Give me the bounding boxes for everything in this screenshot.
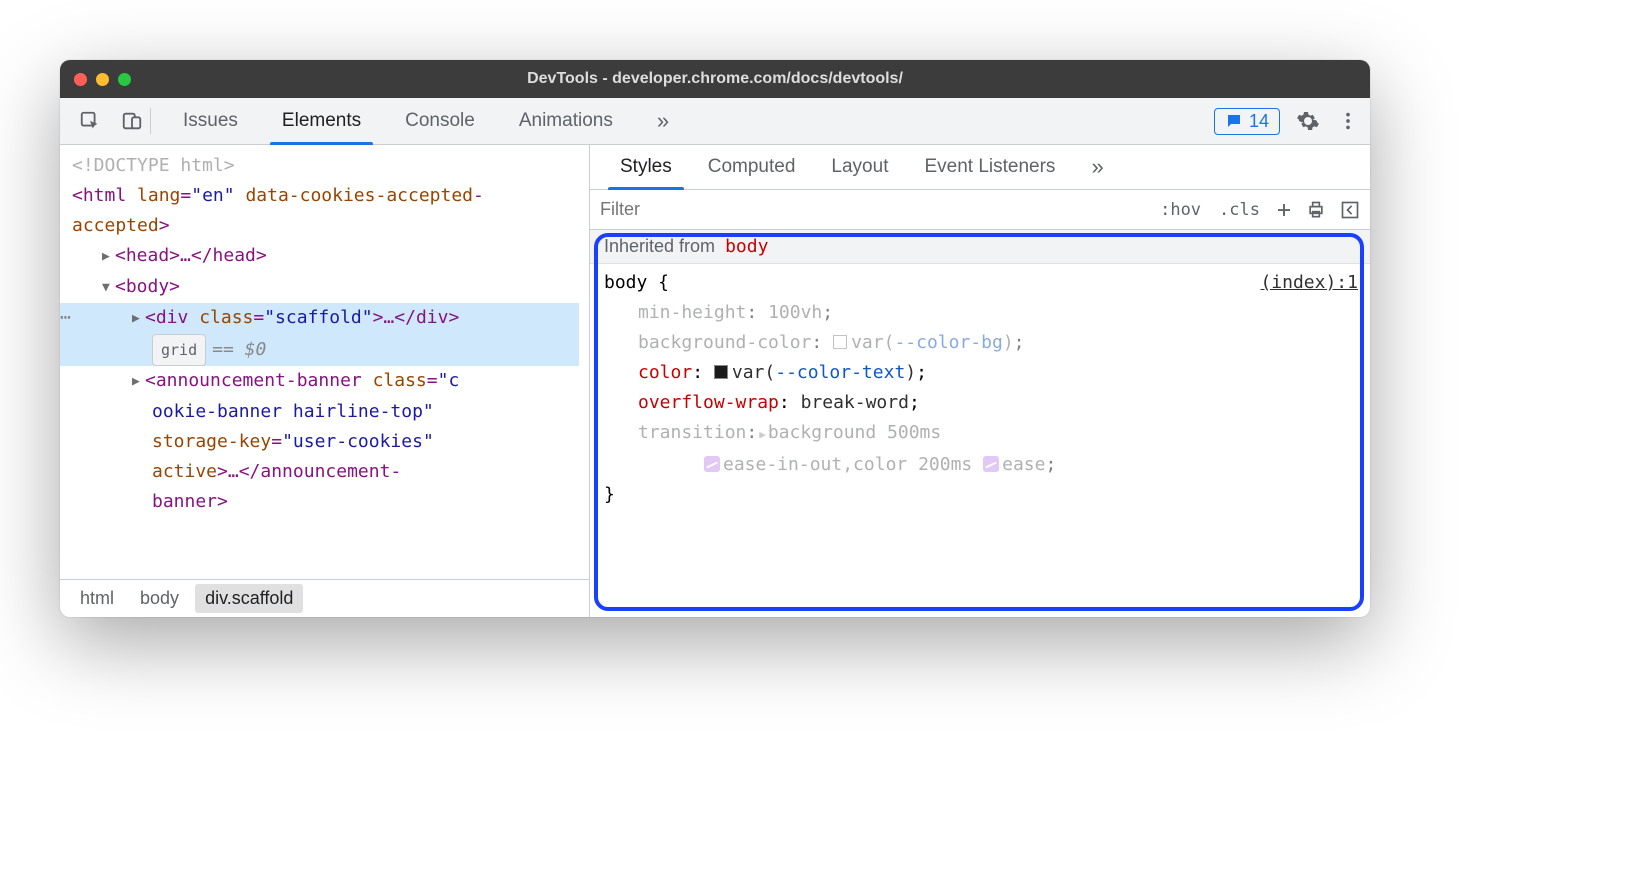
traffic-lights bbox=[74, 73, 131, 86]
subtab-layout[interactable]: Layout bbox=[813, 145, 906, 190]
minimize-window-button[interactable] bbox=[96, 73, 109, 86]
print-icon[interactable] bbox=[1304, 198, 1328, 222]
rule-selector[interactable]: body { bbox=[604, 268, 669, 298]
prop-color[interactable]: color: var(--color-text); bbox=[604, 358, 1358, 388]
easing-swatch-icon[interactable] bbox=[704, 456, 720, 472]
main-toolbar: Issues Elements Console Animations » 14 bbox=[60, 98, 1370, 145]
window-title: DevTools - developer.chrome.com/docs/dev… bbox=[60, 70, 1370, 88]
styles-subtabs: Styles Computed Layout Event Listeners » bbox=[590, 145, 1370, 190]
devtools-window: DevTools - developer.chrome.com/docs/dev… bbox=[60, 60, 1370, 617]
device-toggle-icon[interactable] bbox=[120, 109, 144, 133]
more-menu-icon[interactable] bbox=[1336, 109, 1360, 133]
color-swatch-icon[interactable] bbox=[833, 335, 847, 349]
html-open-cont: accepted> bbox=[72, 211, 579, 241]
filter-row: :hov .cls bbox=[590, 190, 1370, 230]
prop-transition[interactable]: transition:▶background 500ms bbox=[604, 418, 1358, 450]
subtab-more[interactable]: » bbox=[1073, 145, 1121, 190]
main-split: <!DOCTYPE html> <html lang="en" data-coo… bbox=[60, 145, 1370, 617]
elements-panel: <!DOCTYPE html> <html lang="en" data-coo… bbox=[60, 145, 590, 617]
titlebar: DevTools - developer.chrome.com/docs/dev… bbox=[60, 60, 1370, 98]
prop-overflow-wrap[interactable]: overflow-wrap: break-word; bbox=[604, 388, 1358, 418]
crumb-div-scaffold[interactable]: div.scaffold bbox=[195, 584, 303, 613]
tab-issues[interactable]: Issues bbox=[161, 98, 260, 145]
tab-console[interactable]: Console bbox=[383, 98, 497, 145]
subtab-event-listeners[interactable]: Event Listeners bbox=[906, 145, 1073, 190]
tab-animations[interactable]: Animations bbox=[497, 98, 635, 145]
issues-counter[interactable]: 14 bbox=[1214, 108, 1280, 135]
styles-filter-input[interactable] bbox=[600, 199, 1146, 220]
computed-toggle-icon[interactable] bbox=[1338, 198, 1362, 222]
dollar-zero: == $0 bbox=[212, 339, 266, 360]
new-rule-icon[interactable] bbox=[1274, 198, 1294, 222]
easing-swatch-icon[interactable] bbox=[983, 456, 999, 472]
grid-badge[interactable]: grid bbox=[152, 334, 206, 366]
message-icon bbox=[1225, 112, 1243, 130]
panel-tabs: Issues Elements Console Animations » bbox=[161, 98, 1214, 145]
html-open-line[interactable]: <html lang="en" data-cookies-accepted- bbox=[72, 181, 579, 211]
breadcrumb: html body div.scaffold bbox=[60, 579, 589, 617]
maximize-window-button[interactable] bbox=[118, 73, 131, 86]
inherited-header: Inherited from body bbox=[590, 230, 1370, 264]
issues-count-value: 14 bbox=[1249, 111, 1269, 132]
settings-icon[interactable] bbox=[1296, 109, 1320, 133]
inspect-icon[interactable] bbox=[78, 109, 102, 133]
inherited-label: Inherited from bbox=[604, 236, 715, 257]
doctype-line: <!DOCTYPE html> bbox=[72, 151, 579, 181]
inherited-selector[interactable]: body bbox=[725, 236, 768, 257]
crumb-html[interactable]: html bbox=[70, 584, 124, 613]
body-line[interactable]: ▼<body> bbox=[72, 272, 579, 303]
more-tabs-button[interactable]: » bbox=[635, 98, 691, 145]
color-swatch-icon[interactable] bbox=[714, 365, 728, 379]
prop-background-color[interactable]: background-color: var(--color-bg); bbox=[604, 328, 1358, 358]
prop-min-height[interactable]: min-height: 100vh; bbox=[604, 298, 1358, 328]
subtab-styles[interactable]: Styles bbox=[602, 145, 690, 190]
tab-elements[interactable]: Elements bbox=[260, 98, 383, 145]
css-rule-body[interactable]: body { (index):1 min-height: 100vh; back… bbox=[590, 264, 1370, 516]
styles-panel: Styles Computed Layout Event Listeners »… bbox=[590, 145, 1370, 617]
row-actions-icon[interactable]: ⋯ bbox=[60, 303, 71, 333]
styles-body: Inherited from body body { (index):1 min… bbox=[590, 230, 1370, 617]
head-line[interactable]: ▶<head>…</head> bbox=[72, 241, 579, 272]
dom-tree[interactable]: <!DOCTYPE html> <html lang="en" data-coo… bbox=[60, 145, 589, 579]
toolbar-divider bbox=[150, 108, 151, 134]
hov-toggle[interactable]: :hov bbox=[1156, 200, 1205, 220]
close-window-button[interactable] bbox=[74, 73, 87, 86]
crumb-body[interactable]: body bbox=[130, 584, 189, 613]
rule-close: } bbox=[604, 480, 1358, 510]
cls-toggle[interactable]: .cls bbox=[1215, 200, 1264, 220]
subtab-computed[interactable]: Computed bbox=[690, 145, 814, 190]
announcement-banner-line[interactable]: ▶<announcement-banner class="c bbox=[72, 366, 579, 397]
selected-node[interactable]: ⋯ ▶<div class="scaffold">…</div> grid== … bbox=[60, 303, 579, 366]
prop-transition-cont[interactable]: ease-in-out,color 200ms ease; bbox=[604, 450, 1358, 480]
rule-source-link[interactable]: (index):1 bbox=[1260, 268, 1358, 298]
